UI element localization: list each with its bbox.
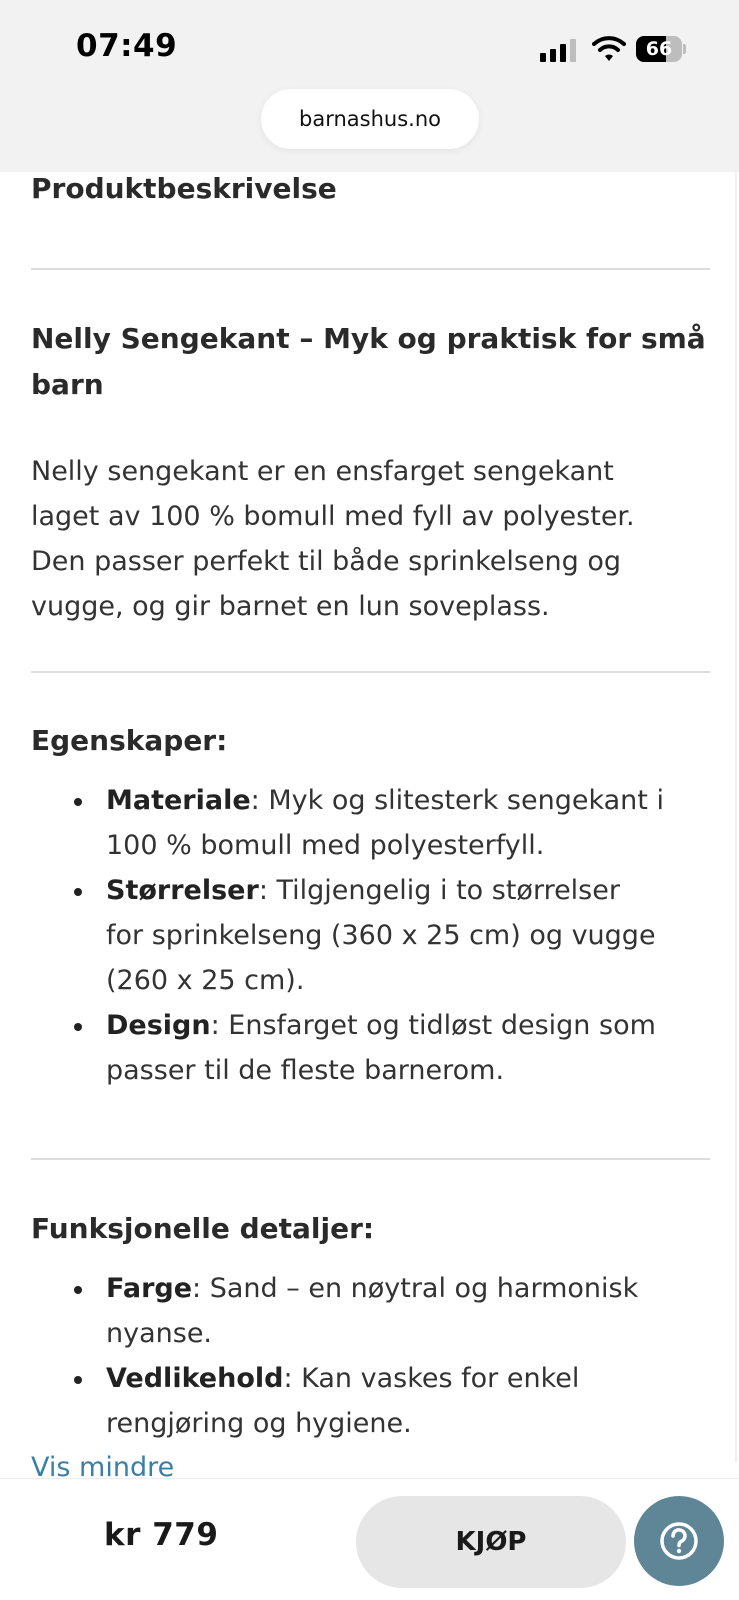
bullet-icon — [74, 798, 82, 806]
property-text: nyanse. — [106, 1318, 213, 1349]
property-text: : Ensfarget og tidløst design som — [210, 1010, 656, 1041]
list-item: Materiale: Myk og slitesterk sengekant i… — [31, 778, 710, 868]
status-bar: 07:49 66 barnashus.no — [0, 0, 739, 172]
bullet-icon — [74, 1376, 82, 1384]
property-text: passer til de fleste barnerom. — [106, 1055, 505, 1086]
list-item: Design: Ensfarget og tidløst design som … — [31, 1003, 710, 1093]
cellular-signal-icon — [540, 38, 578, 62]
divider — [31, 1158, 710, 1160]
battery-icon: 66 — [636, 36, 686, 62]
buy-button[interactable]: KJØP — [356, 1496, 626, 1588]
product-heading-line: barn — [31, 368, 104, 401]
purchase-bar: kr 779 KJØP — [0, 1478, 739, 1600]
property-text: for sprinkelseng (360 x 25 cm) og vugge — [106, 920, 656, 951]
price: kr 779 — [104, 1517, 219, 1553]
property-term: Design — [106, 1010, 211, 1041]
list-item: Størrelser: Tilgjengelig i to størrelser… — [31, 868, 710, 1003]
status-time: 07:49 — [76, 28, 178, 64]
bullet-icon — [74, 1286, 82, 1294]
scrollbar[interactable] — [733, 172, 739, 1462]
help-button[interactable] — [634, 1496, 724, 1586]
paragraph-line: vugge, og gir barnet en lun soveplass. — [31, 591, 550, 622]
list-item: Farge: Sand – en nøytral og harmonisk ny… — [31, 1266, 710, 1356]
bullet-icon — [74, 888, 82, 896]
address-bar[interactable]: barnashus.no — [261, 89, 479, 149]
property-text: 100 % bomull med polyesterfyll. — [106, 830, 545, 861]
battery-percent: 66 — [645, 38, 673, 60]
property-text: : Myk og slitesterk sengekant i — [250, 785, 664, 816]
question-circle-icon — [660, 1522, 698, 1560]
property-text: rengjøring og hygiene. — [106, 1408, 412, 1439]
property-text: : Tilgjengelig i to størrelser — [258, 875, 620, 906]
property-text: : Kan vaskes for enkel — [283, 1363, 580, 1394]
property-term: Materiale — [106, 785, 251, 816]
section-title[interactable]: Produktbeskrivelse — [31, 172, 337, 205]
product-heading-line: Nelly Sengekant – Myk og praktisk for sm… — [31, 322, 706, 355]
property-text: : Sand – en nøytral og harmonisk — [192, 1273, 639, 1304]
paragraph-line: Nelly sengekant er en ensfarget sengekan… — [31, 456, 614, 487]
properties-heading: Egenskaper: — [31, 724, 228, 757]
property-term: Størrelser — [106, 875, 259, 906]
wifi-icon — [592, 36, 626, 61]
paragraph-line: laget av 100 % bomull med fyll av polyes… — [31, 501, 635, 532]
product-heading: Nelly Sengekant – Myk og praktisk for sm… — [31, 316, 706, 408]
functional-list: Farge: Sand – en nøytral og harmonisk ny… — [31, 1266, 710, 1446]
functional-heading: Funksjonelle detaljer: — [31, 1212, 375, 1245]
product-paragraph: Nelly sengekant er en ensfarget sengekan… — [31, 449, 635, 629]
divider — [31, 268, 710, 270]
property-term: Vedlikehold — [106, 1363, 284, 1394]
property-term: Farge — [106, 1273, 193, 1304]
paragraph-line: Den passer perfekt til både sprinkelseng… — [31, 546, 622, 577]
list-item: Vedlikehold: Kan vaskes for enkel rengjø… — [31, 1356, 710, 1446]
property-text: (260 x 25 cm). — [106, 965, 305, 996]
properties-list: Materiale: Myk og slitesterk sengekant i… — [31, 778, 710, 1093]
bullet-icon — [74, 1023, 82, 1031]
divider — [31, 671, 710, 673]
